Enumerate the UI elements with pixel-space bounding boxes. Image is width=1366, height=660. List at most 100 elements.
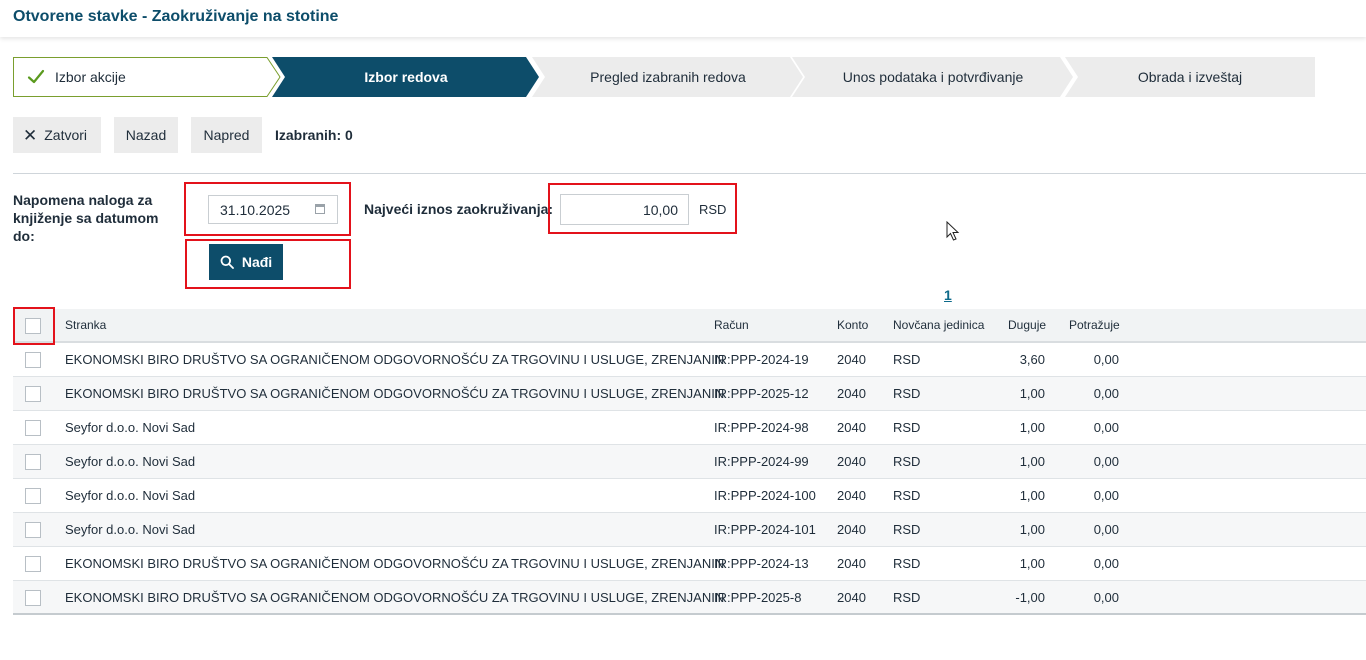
close-label: Zatvori (44, 127, 88, 143)
cell-racun: IR:PPP-2024-98 (714, 420, 809, 435)
grid-body: EKONOMSKI BIRO DRUŠTVO SA OGRANIČENOM OD… (13, 343, 1366, 615)
row-checkbox[interactable] (25, 590, 41, 606)
cell-konto: 2040 (837, 386, 866, 401)
cell-potrazuje: 0,00 (1093, 420, 1119, 435)
cell-konto: 2040 (837, 352, 866, 367)
wizard-step-obrada[interactable]: Obrada i izveštaj (1065, 57, 1315, 97)
cell-duguje: 1,00 (1019, 454, 1045, 469)
open-items-grid: Stranka Račun Konto Novčana jedinica Dug… (13, 309, 1366, 615)
cell-valuta: RSD (893, 488, 921, 503)
pager-page-1[interactable]: 1 (944, 287, 952, 303)
wizard-step-izbor-akcije[interactable]: Izbor akcije (13, 57, 281, 97)
wizard-step-izbor-redova[interactable]: Izbor redova (272, 57, 540, 97)
amount-value: 10,00 (642, 201, 678, 218)
cell-stranka: Seyfor d.o.o. Novi Sad (65, 454, 196, 469)
cell-stranka: EKONOMSKI BIRO DRUŠTVO SA OGRANIČENOM OD… (65, 589, 725, 605)
date-filter-label: Napomena naloga za knjiženje sa datumom … (13, 192, 159, 244)
cell-duguje: 1,00 (1019, 522, 1045, 537)
cell-konto: 2040 (837, 488, 866, 503)
column-header-duguje[interactable]: Duguje (1008, 309, 1060, 341)
find-button[interactable]: Nađi (209, 244, 283, 280)
table-row[interactable]: EKONOMSKI BIRO DRUŠTVO SA OGRANIČENOM OD… (13, 343, 1366, 377)
divider (13, 173, 1366, 174)
cell-valuta: RSD (893, 454, 921, 469)
next-button[interactable]: Napred (191, 117, 262, 153)
column-header-stranka[interactable]: Stranka (65, 309, 106, 341)
cell-duguje: 1,00 (1019, 420, 1045, 435)
table-row[interactable]: Seyfor d.o.o. Novi Sad IR:PPP-2024-99 2040… (13, 445, 1366, 479)
wizard-step-label: Unos podataka i potvrđivanje (842, 69, 1024, 85)
cell-konto: 2040 (837, 420, 866, 435)
cell-potrazuje: 0,00 (1093, 454, 1119, 469)
row-checkbox[interactable] (25, 522, 41, 538)
wizard-step-label: Pregled izabranih redova (590, 69, 746, 85)
cell-stranka: EKONOMSKI BIRO DRUŠTVO SA OGRANIČENOM OD… (65, 386, 725, 401)
row-checkbox[interactable] (25, 386, 41, 402)
row-checkbox[interactable] (25, 420, 41, 436)
close-icon: ✕ (23, 125, 38, 145)
row-checkbox[interactable] (25, 352, 41, 368)
select-all-highlight-box (13, 307, 55, 345)
amount-filter-label: Najveći iznos zaokruživanja: (364, 201, 554, 217)
cell-racun: IR:PPP-2025-8 (714, 589, 802, 605)
cell-konto: 2040 (837, 589, 866, 605)
cell-duguje: -1,00 (1015, 589, 1045, 605)
cell-valuta: RSD (893, 522, 921, 537)
date-field[interactable]: 31.10.2025 (208, 195, 338, 224)
cell-racun: IR:PPP-2024-101 (714, 522, 816, 537)
cell-racun: IR:PPP-2024-19 (714, 352, 809, 367)
wizard-step-label: Izbor akcije (55, 69, 126, 85)
cell-potrazuje: 0,00 (1093, 386, 1119, 401)
wizard-step-pregled[interactable]: Pregled izabranih redova (532, 57, 804, 97)
grid-header: Stranka Račun Konto Novčana jedinica Dug… (13, 309, 1366, 343)
table-row[interactable]: EKONOMSKI BIRO DRUŠTVO SA OGRANIČENOM OD… (13, 377, 1366, 411)
cell-stranka: Seyfor d.o.o. Novi Sad (65, 420, 196, 435)
cell-racun: IR:PPP-2024-100 (714, 488, 816, 503)
close-button[interactable]: ✕ Zatvori (13, 117, 101, 153)
cell-valuta: RSD (893, 420, 921, 435)
table-row[interactable]: Seyfor d.o.o. Novi Sad IR:PPP-2024-100 204… (13, 479, 1366, 513)
cell-potrazuje: 0,00 (1093, 556, 1119, 571)
selected-count: Izabranih: 0 (275, 127, 353, 143)
column-header-racun[interactable]: Račun (714, 309, 749, 341)
cell-racun: IR:PPP-2024-13 (714, 556, 809, 571)
table-row[interactable]: Seyfor d.o.o. Novi Sad IR:PPP-2024-98 2040… (13, 411, 1366, 445)
cell-stranka: EKONOMSKI BIRO DRUŠTVO SA OGRANIČENOM OD… (65, 556, 725, 571)
cell-potrazuje: 0,00 (1093, 522, 1119, 537)
page-title: Otvorene stavke - Zaokruživanje na stoti… (13, 8, 339, 25)
amount-currency: RSD (699, 202, 727, 217)
row-checkbox[interactable] (25, 454, 41, 470)
cell-potrazuje: 0,00 (1093, 589, 1119, 605)
wizard-step-label: Izbor redova (364, 69, 448, 85)
wizard-steps: Izbor akcije Izbor redova Pregled izabra… (13, 57, 1315, 97)
wizard-step-unos-podataka[interactable]: Unos podataka i potvrđivanje (792, 57, 1074, 97)
column-header-valuta[interactable]: Novčana jedinica (893, 309, 984, 341)
calendar-icon[interactable] (315, 204, 325, 214)
toolbar: ✕ Zatvori Nazad Napred Izabranih: 0 (13, 117, 353, 153)
row-checkbox[interactable] (25, 488, 41, 504)
column-header-konto[interactable]: Konto (837, 309, 868, 341)
table-row[interactable]: EKONOMSKI BIRO DRUŠTVO SA OGRANIČENOM OD… (13, 547, 1366, 581)
cell-potrazuje: 0,00 (1093, 488, 1119, 503)
cell-stranka: Seyfor d.o.o. Novi Sad (65, 488, 196, 503)
amount-field[interactable]: 10,00 (560, 194, 689, 225)
check-icon (27, 69, 45, 84)
cell-racun: IR:PPP-2024-99 (714, 454, 809, 469)
column-header-potrazuje[interactable]: Potražuje (1069, 309, 1125, 341)
cell-valuta: RSD (893, 352, 921, 367)
row-checkbox[interactable] (25, 556, 41, 572)
search-icon (220, 255, 234, 269)
back-button[interactable]: Nazad (114, 117, 178, 153)
cell-konto: 2040 (837, 556, 866, 571)
find-label: Nađi (241, 254, 273, 270)
cell-duguje: 1,00 (1019, 386, 1045, 401)
wizard-step-label: Obrada i izveštaj (1137, 69, 1243, 85)
table-row[interactable]: EKONOMSKI BIRO DRUŠTVO SA OGRANIČENOM OD… (13, 581, 1366, 615)
cell-duguje: 1,00 (1019, 556, 1045, 571)
cell-duguje: 3,60 (1019, 352, 1045, 367)
cell-racun: IR:PPP-2025-12 (714, 386, 809, 401)
cell-stranka: EKONOMSKI BIRO DRUŠTVO SA OGRANIČENOM OD… (65, 352, 725, 367)
date-value: 31.10.2025 (220, 201, 291, 218)
table-row[interactable]: Seyfor d.o.o. Novi Sad IR:PPP-2024-101 204… (13, 513, 1366, 547)
cell-potrazuje: 0,00 (1093, 352, 1119, 367)
